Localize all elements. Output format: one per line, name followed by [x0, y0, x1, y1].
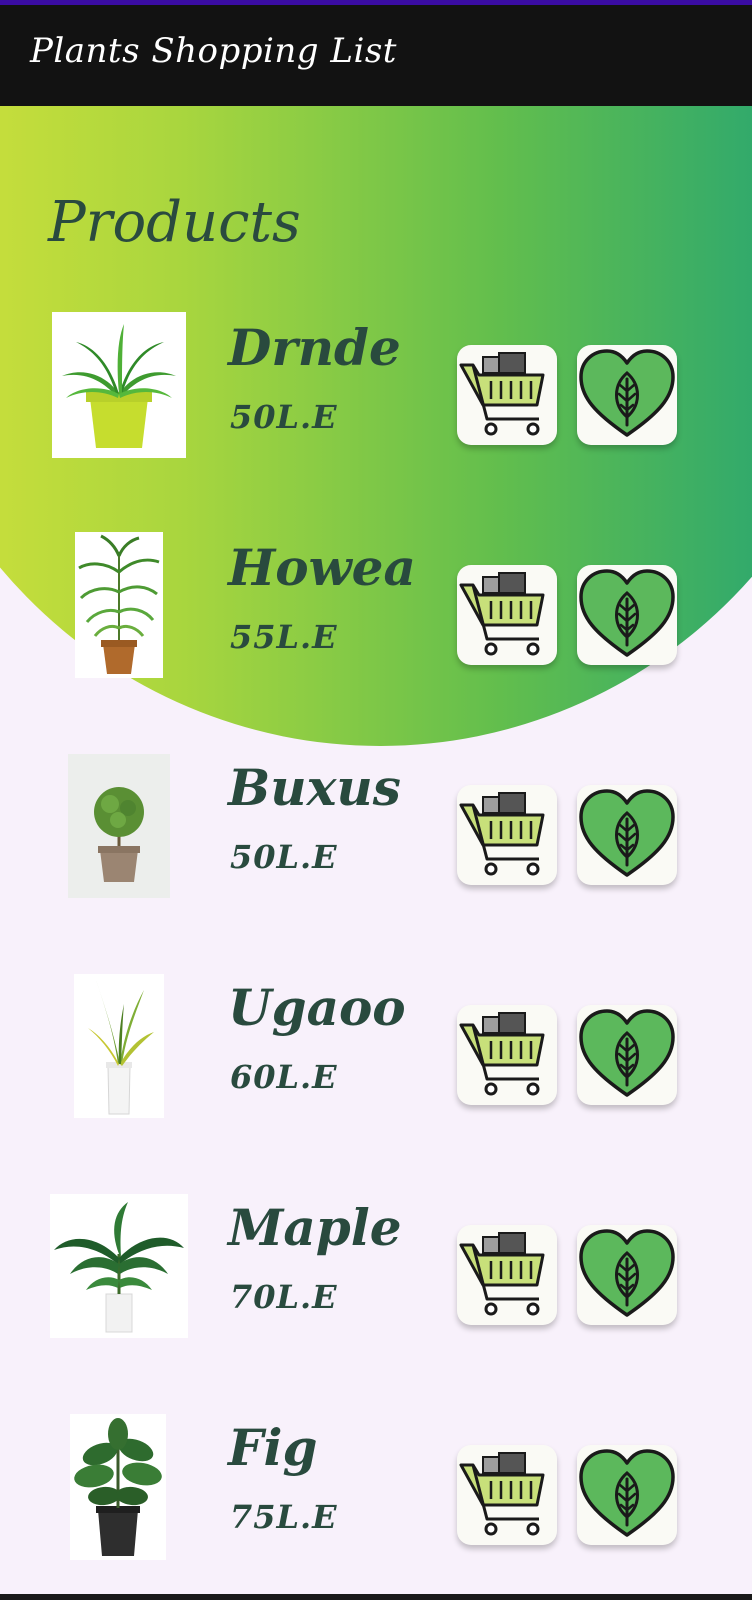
product-name: Ugaoo — [228, 978, 406, 1037]
potted-plant-image — [54, 1202, 184, 1333]
product-price: 70L.E — [230, 1278, 338, 1316]
shopping-cart-icon — [457, 1445, 557, 1545]
product-price: 50L.E — [230, 398, 338, 436]
product-image — [74, 974, 164, 1118]
shopping-cart-icon — [457, 1005, 557, 1105]
favorite-button[interactable] — [577, 1445, 677, 1545]
favorite-button[interactable] — [577, 565, 677, 665]
add-to-cart-button[interactable] — [457, 345, 557, 445]
product-card: Buxus 50L.E — [0, 742, 752, 922]
product-card: Fig 75L.E — [0, 1402, 752, 1582]
product-name: Howea — [228, 538, 416, 597]
product-image — [50, 1194, 188, 1338]
product-name: Maple — [228, 1198, 402, 1257]
potted-plant-image — [62, 324, 176, 448]
product-price: 50L.E — [230, 838, 338, 876]
section-title: Products — [48, 190, 301, 255]
shopping-cart-icon — [457, 565, 557, 665]
shopping-cart-icon — [457, 785, 557, 885]
potted-plant-image — [74, 1418, 162, 1556]
navigation-bar-strip — [0, 1594, 752, 1600]
add-to-cart-button[interactable] — [457, 565, 557, 665]
product-name: Fig — [228, 1418, 318, 1477]
favorite-button[interactable] — [577, 1005, 677, 1105]
heart-leaf-icon — [577, 565, 677, 665]
heart-leaf-icon — [577, 1225, 677, 1325]
favorite-button[interactable] — [577, 345, 677, 445]
product-image — [70, 1414, 166, 1560]
add-to-cart-button[interactable] — [457, 785, 557, 885]
product-card: Ugaoo 60L.E — [0, 962, 752, 1142]
product-image — [75, 532, 163, 678]
favorite-button[interactable] — [577, 785, 677, 885]
product-image — [68, 754, 170, 898]
heart-leaf-icon — [577, 1005, 677, 1105]
product-price: 60L.E — [230, 1058, 338, 1096]
product-name: Buxus — [228, 758, 401, 817]
potted-plant-image — [88, 980, 154, 1115]
potted-plant-image — [94, 787, 144, 882]
product-price: 75L.E — [230, 1498, 338, 1536]
product-card: Maple 70L.E — [0, 1182, 752, 1362]
add-to-cart-button[interactable] — [457, 1445, 557, 1545]
potted-plant-image — [78, 534, 160, 674]
favorite-button[interactable] — [577, 1225, 677, 1325]
product-card: Drnde 50L.E — [0, 302, 752, 482]
heart-leaf-icon — [577, 785, 677, 885]
products-page[interactable]: Products Drnde 50L.E Howea 55L.E Buxus 5… — [0, 106, 752, 1594]
heart-leaf-icon — [577, 1445, 677, 1545]
app-title: Plants Shopping List — [30, 31, 397, 71]
heart-leaf-icon — [577, 345, 677, 445]
shopping-cart-icon — [457, 1225, 557, 1325]
product-image — [52, 312, 186, 458]
shopping-cart-icon — [457, 345, 557, 445]
add-to-cart-button[interactable] — [457, 1005, 557, 1105]
product-card: Howea 55L.E — [0, 522, 752, 702]
app-bar: Plants Shopping List — [0, 5, 752, 106]
product-price: 55L.E — [230, 618, 338, 656]
add-to-cart-button[interactable] — [457, 1225, 557, 1325]
product-name: Drnde — [228, 318, 401, 377]
